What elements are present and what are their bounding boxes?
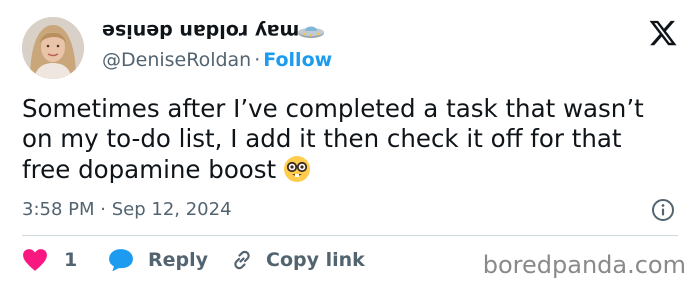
tweet-text-line-last: free dopamine boost (22, 154, 682, 185)
tweet-card: may roldan denise @DeniseRoldan · Follow S… (0, 0, 700, 287)
handle-separator: · (254, 49, 261, 71)
display-name[interactable]: may roldan denise (102, 19, 299, 43)
info-icon[interactable] (651, 198, 675, 222)
tweet-date: Sep 12, 2024 (111, 199, 232, 220)
tweet-text: Sometimes after I’ve completed a task th… (22, 94, 682, 185)
heart-icon (23, 249, 47, 271)
copy-link-label: Copy link (266, 249, 365, 271)
like-count: 1 (64, 249, 78, 271)
link-icon (234, 250, 250, 270)
tweet-timestamp[interactable]: 3:58 PM · Sep 12, 2024 (22, 198, 232, 222)
meta-separator: · (100, 199, 106, 220)
tweet-text-line: Sometimes after I’ve completed a task th… (22, 94, 644, 123)
user-handle[interactable]: @DeniseRoldan (102, 49, 251, 71)
reply-label: Reply (148, 249, 209, 271)
handle-row: @DeniseRoldan · Follow (102, 48, 332, 72)
tweet-text-line: free dopamine boost (22, 155, 277, 184)
tweet-text-line: on my to-do list, I add it then check it… (22, 124, 622, 153)
avatar-image (22, 17, 84, 79)
reply-bubble-icon (109, 249, 133, 272)
x-logo-icon[interactable] (648, 18, 678, 48)
copy-link-button[interactable]: Copy link (230, 247, 365, 273)
avatar[interactable] (22, 17, 84, 79)
nerd-face-icon (282, 154, 312, 184)
divider (22, 235, 678, 236)
follow-button[interactable]: Follow (263, 49, 332, 71)
like-button[interactable]: 1 (22, 247, 77, 273)
ufo-icon (297, 17, 325, 45)
tweet-time: 3:58 PM (22, 199, 95, 220)
watermark: boredpanda.com (482, 251, 686, 279)
reply-button[interactable]: Reply (108, 247, 208, 273)
